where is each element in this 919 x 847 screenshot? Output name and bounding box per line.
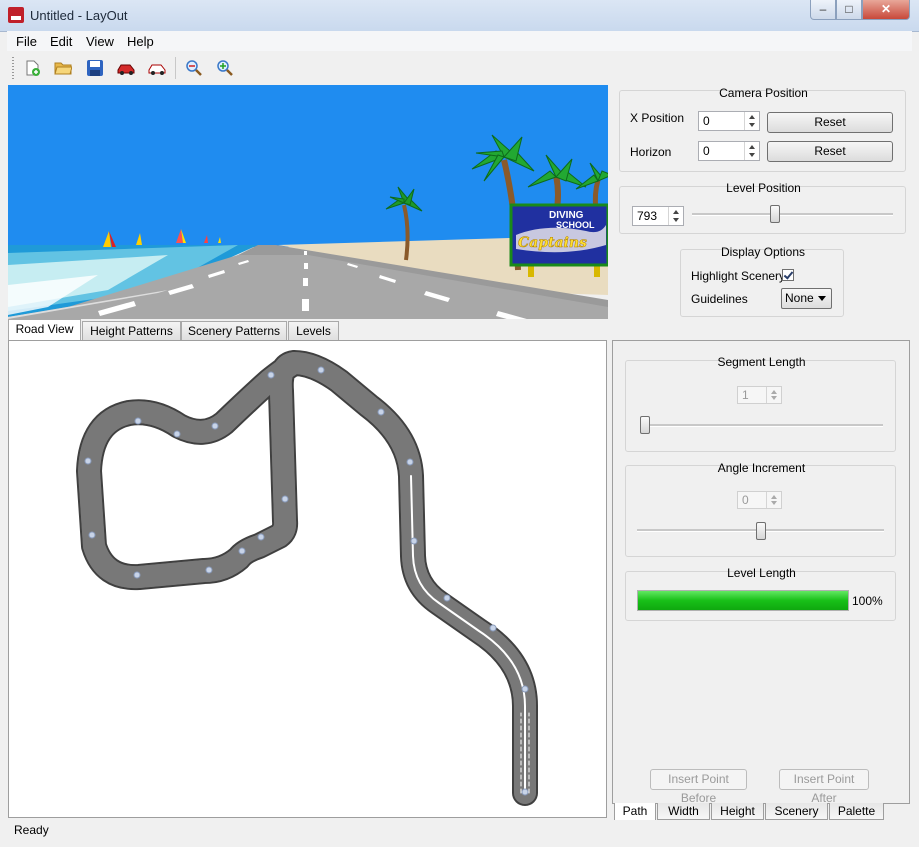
segment-length-spinbox[interactable]: 1 bbox=[737, 386, 782, 404]
angle-increment-value: 0 bbox=[742, 493, 749, 507]
toolbar bbox=[7, 52, 912, 84]
camera-position-title: Camera Position bbox=[719, 86, 808, 100]
menu-bar: File Edit View Help bbox=[7, 31, 912, 51]
spin-arrows-icon[interactable] bbox=[766, 492, 781, 508]
x-position-spinbox[interactable]: 0 bbox=[698, 111, 760, 131]
segment-length-title: Segment Length bbox=[717, 355, 806, 369]
car-outline-icon[interactable] bbox=[147, 58, 167, 78]
title-bar: Untitled - LayOut – □ ✕ bbox=[0, 0, 919, 32]
guidelines-value: None bbox=[785, 291, 814, 305]
level-length-group: Level Length 100% bbox=[625, 566, 896, 621]
tab-scenery[interactable]: Scenery bbox=[765, 803, 828, 820]
maximize-button[interactable]: □ bbox=[836, 0, 862, 20]
level-length-title: Level Length bbox=[727, 566, 796, 580]
reset-x-button[interactable]: Reset bbox=[767, 112, 893, 133]
insert-point-after-button[interactable]: Insert Point After bbox=[779, 769, 869, 805]
display-options-group: Display Options Highlight Scenery Guidel… bbox=[680, 245, 844, 317]
level-position-spinbox[interactable]: 793 bbox=[632, 206, 684, 226]
zoom-in-icon[interactable] bbox=[215, 58, 235, 78]
app-icon bbox=[8, 7, 24, 23]
horizon-label: Horizon bbox=[630, 145, 672, 159]
spin-arrows-icon[interactable] bbox=[668, 207, 683, 225]
insert-point-before-button[interactable]: Insert Point Before bbox=[650, 769, 747, 805]
angle-increment-spinbox[interactable]: 0 bbox=[737, 491, 782, 509]
save-icon[interactable] bbox=[85, 58, 105, 78]
highlight-scenery-checkbox[interactable] bbox=[782, 269, 794, 281]
display-options-title: Display Options bbox=[720, 245, 806, 259]
tab-height-patterns[interactable]: Height Patterns bbox=[82, 321, 181, 341]
spin-arrows-icon[interactable] bbox=[744, 112, 759, 130]
angle-increment-slider-thumb[interactable] bbox=[755, 522, 766, 540]
close-button[interactable]: ✕ bbox=[862, 0, 910, 20]
segment-length-slider[interactable] bbox=[640, 424, 883, 427]
level-position-slider[interactable] bbox=[692, 213, 893, 216]
toolbar-grip bbox=[12, 57, 14, 79]
status-bar: Ready bbox=[7, 820, 912, 840]
guidelines-dropdown[interactable]: None bbox=[781, 288, 832, 309]
tab-road-view[interactable]: Road View bbox=[8, 319, 81, 341]
status-text: Ready bbox=[14, 823, 49, 837]
chevron-down-icon bbox=[818, 296, 826, 301]
level-position-slider-thumb[interactable] bbox=[770, 205, 781, 223]
tab-scenery-patterns[interactable]: Scenery Patterns bbox=[181, 321, 287, 341]
road-view-canvas[interactable] bbox=[8, 340, 607, 818]
guidelines-label: Guidelines bbox=[691, 292, 748, 306]
billboard-line3: Captains bbox=[518, 235, 587, 251]
menu-file[interactable]: File bbox=[16, 34, 37, 49]
camera-position-group: Camera Position X Position 0 Reset Horiz… bbox=[619, 86, 906, 172]
segment-length-group: Segment Length 1 bbox=[625, 355, 896, 452]
window-title: Untitled - LayOut bbox=[30, 8, 128, 23]
level-position-title: Level Position bbox=[726, 181, 801, 195]
x-position-label: X Position bbox=[630, 111, 685, 125]
menu-edit[interactable]: Edit bbox=[50, 34, 72, 49]
level-length-progress-fill bbox=[638, 591, 848, 610]
tab-levels[interactable]: Levels bbox=[288, 321, 339, 341]
new-file-icon[interactable] bbox=[22, 58, 42, 78]
horizon-value: 0 bbox=[703, 144, 710, 158]
x-position-value: 0 bbox=[703, 114, 710, 128]
segment-length-slider-thumb[interactable] bbox=[640, 416, 650, 434]
menu-help[interactable]: Help bbox=[127, 34, 154, 49]
angle-increment-title: Angle Increment bbox=[717, 461, 806, 475]
toolbar-separator bbox=[175, 57, 176, 79]
level-length-percent: 100% bbox=[852, 594, 883, 608]
level-length-progress-bar bbox=[637, 590, 849, 611]
billboard: DIVING SCHOOL Captains bbox=[509, 203, 608, 277]
menu-view[interactable]: View bbox=[86, 34, 114, 49]
minimize-button[interactable]: – bbox=[810, 0, 836, 20]
tab-palette[interactable]: Palette bbox=[829, 803, 884, 820]
level-position-group: Level Position 793 bbox=[619, 181, 906, 234]
spin-arrows-icon[interactable] bbox=[766, 387, 781, 403]
tab-height[interactable]: Height bbox=[711, 803, 764, 820]
segment-length-value: 1 bbox=[742, 388, 749, 402]
zoom-out-icon[interactable] bbox=[184, 58, 204, 78]
car-icon[interactable] bbox=[116, 58, 136, 78]
tab-width[interactable]: Width bbox=[657, 803, 710, 820]
highlight-scenery-label: Highlight Scenery bbox=[691, 269, 786, 283]
open-folder-icon[interactable] bbox=[53, 58, 73, 78]
billboard-line2: SCHOOL bbox=[556, 220, 595, 230]
level-position-value: 793 bbox=[637, 209, 658, 223]
spin-arrows-icon[interactable] bbox=[744, 142, 759, 160]
horizon-spinbox[interactable]: 0 bbox=[698, 141, 760, 161]
reset-horizon-button[interactable]: Reset bbox=[767, 141, 893, 162]
game-preview: DIVING SCHOOL Captains bbox=[8, 85, 608, 319]
angle-increment-group: Angle Increment 0 bbox=[625, 461, 896, 557]
